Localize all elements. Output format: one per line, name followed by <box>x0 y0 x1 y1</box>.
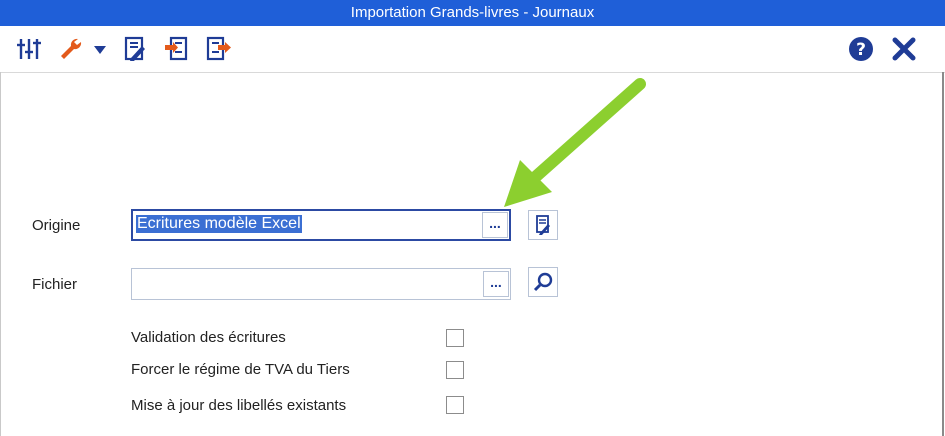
fichier-label: Fichier <box>32 276 78 293</box>
annotation-arrow-icon <box>504 78 646 207</box>
export-document-icon[interactable] <box>206 36 232 62</box>
fichier-search-button[interactable] <box>528 267 558 297</box>
option-label-tva: Forcer le régime de TVA du Tiers <box>131 361 350 378</box>
option-label-validation: Validation des écritures <box>131 329 286 346</box>
option-label-libelles: Mise à jour des libellés existants <box>131 397 347 414</box>
origine-field[interactable]: Ecritures modèle Excel ... <box>131 209 511 241</box>
close-icon[interactable] <box>891 36 917 62</box>
checkbox-tva[interactable] <box>446 361 464 379</box>
dropdown-arrow-icon[interactable] <box>92 36 108 62</box>
import-document-icon[interactable] <box>164 36 190 62</box>
help-icon[interactable]: ? <box>848 36 874 62</box>
document-pen-icon[interactable] <box>122 36 148 62</box>
fichier-field[interactable]: ... <box>131 268 511 300</box>
origine-value: Ecritures modèle Excel <box>136 215 302 233</box>
fichier-browse-button[interactable]: ... <box>483 271 509 297</box>
window-title: Importation Grands-livres - Journaux <box>0 0 945 26</box>
sliders-icon[interactable] <box>16 36 42 62</box>
search-icon <box>533 272 553 292</box>
checkbox-validation[interactable] <box>446 329 464 347</box>
wrench-icon[interactable] <box>58 36 84 62</box>
toolbar: ? <box>0 26 945 73</box>
svg-text:?: ? <box>856 40 866 60</box>
checkbox-libelles[interactable] <box>446 396 464 414</box>
origine-label: Origine <box>32 217 81 234</box>
